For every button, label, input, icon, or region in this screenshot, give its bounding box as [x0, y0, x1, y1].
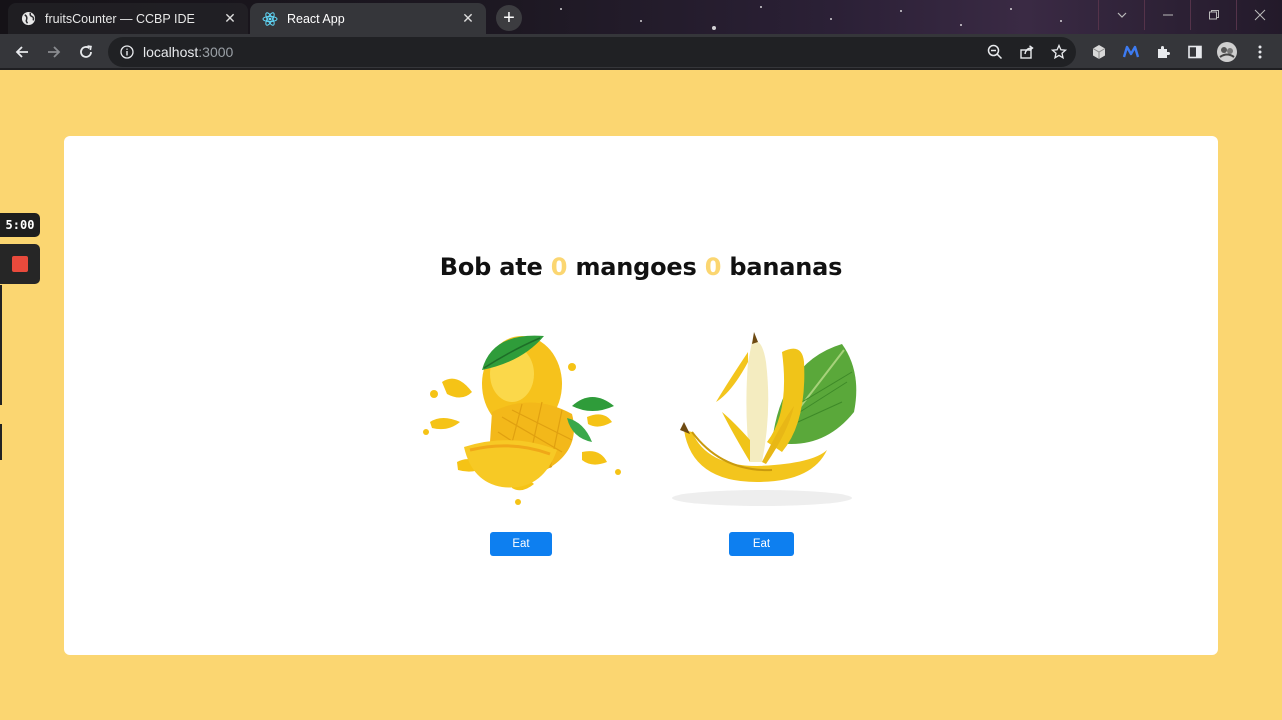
tab-title: fruitsCounter — CCBP IDE — [45, 11, 195, 26]
stop-icon — [12, 256, 28, 272]
eat-mango-button[interactable]: Eat Mango — [490, 532, 552, 574]
tab-title: React App — [287, 11, 345, 26]
side-panel-button[interactable] — [1181, 38, 1209, 66]
tab-search-button[interactable] — [1098, 0, 1144, 30]
arrow-left-icon — [15, 46, 28, 58]
minimize-button[interactable] — [1144, 0, 1190, 30]
back-button[interactable] — [8, 38, 36, 66]
react-icon — [262, 11, 278, 27]
restore-icon — [1208, 10, 1219, 20]
recording-timer: 5:00 — [0, 213, 40, 237]
puzzle-icon — [1158, 46, 1170, 58]
heading-banana-word: bananas — [729, 253, 843, 281]
cube-icon — [1092, 45, 1106, 59]
eat-banana-button[interactable]: Eat Banana — [729, 532, 794, 574]
tab-react-app[interactable]: React App ✕ — [250, 3, 486, 34]
close-icon[interactable]: ✕ — [222, 10, 238, 27]
address-bar[interactable]: localhost:3000 — [108, 37, 1076, 67]
mango-image — [423, 335, 621, 505]
restore-button[interactable] — [1190, 0, 1236, 30]
info-icon[interactable] — [120, 45, 134, 59]
star-icon — [1051, 44, 1067, 60]
recorder-divider — [0, 424, 2, 460]
recorder-divider — [0, 285, 2, 405]
heading-prefix: Bob ate — [439, 253, 543, 281]
banana-image — [672, 332, 857, 506]
reload-button[interactable] — [72, 38, 100, 66]
banana-count: 0 — [704, 253, 722, 281]
reload-icon — [80, 45, 92, 58]
browser-tab-strip: fruitsCounter — CCBP IDE ✕ React App ✕ + — [0, 0, 1282, 34]
extensions-button[interactable] — [1149, 38, 1177, 66]
extension-m-button[interactable] — [1117, 38, 1145, 66]
chevron-down-icon — [1117, 12, 1126, 18]
side-panel-icon — [1188, 45, 1202, 59]
heading-mango-word: mangoes — [575, 253, 697, 281]
close-icon[interactable]: ✕ — [460, 10, 476, 27]
counter-heading: Bob ate 0 mangoes 0 bananas — [64, 253, 1218, 281]
close-window-button[interactable] — [1236, 0, 1282, 30]
minimize-icon — [1162, 14, 1173, 16]
share-icon — [1020, 45, 1034, 59]
browser-toolbar: localhost:3000 — [0, 34, 1282, 70]
avatar-icon — [1217, 42, 1237, 62]
m-logo-icon — [1122, 45, 1140, 58]
browser-menu-button[interactable] — [1246, 38, 1274, 66]
zoom-button[interactable] — [981, 38, 1009, 66]
stop-recording-button[interactable] — [0, 244, 40, 284]
tab-ide[interactable]: fruitsCounter — CCBP IDE ✕ — [8, 3, 248, 34]
url-port: :3000 — [198, 44, 234, 60]
arrow-right-icon — [48, 46, 61, 58]
new-tab-button[interactable]: + — [496, 5, 522, 31]
extension-cube-button[interactable] — [1085, 38, 1113, 66]
zoom-out-icon — [987, 44, 1003, 60]
profile-avatar[interactable] — [1213, 38, 1241, 66]
mango-count: 0 — [550, 253, 568, 281]
forward-button[interactable] — [40, 38, 68, 66]
fruits-counter-card: Bob ate 0 mangoes 0 bananas Eat Mango Ea… — [64, 136, 1218, 655]
more-vertical-icon — [1258, 45, 1262, 59]
share-button[interactable] — [1013, 38, 1041, 66]
globe-icon — [20, 11, 36, 27]
close-icon — [1254, 9, 1265, 21]
url-host: localhost — [143, 44, 199, 60]
bookmark-button[interactable] — [1045, 38, 1073, 66]
